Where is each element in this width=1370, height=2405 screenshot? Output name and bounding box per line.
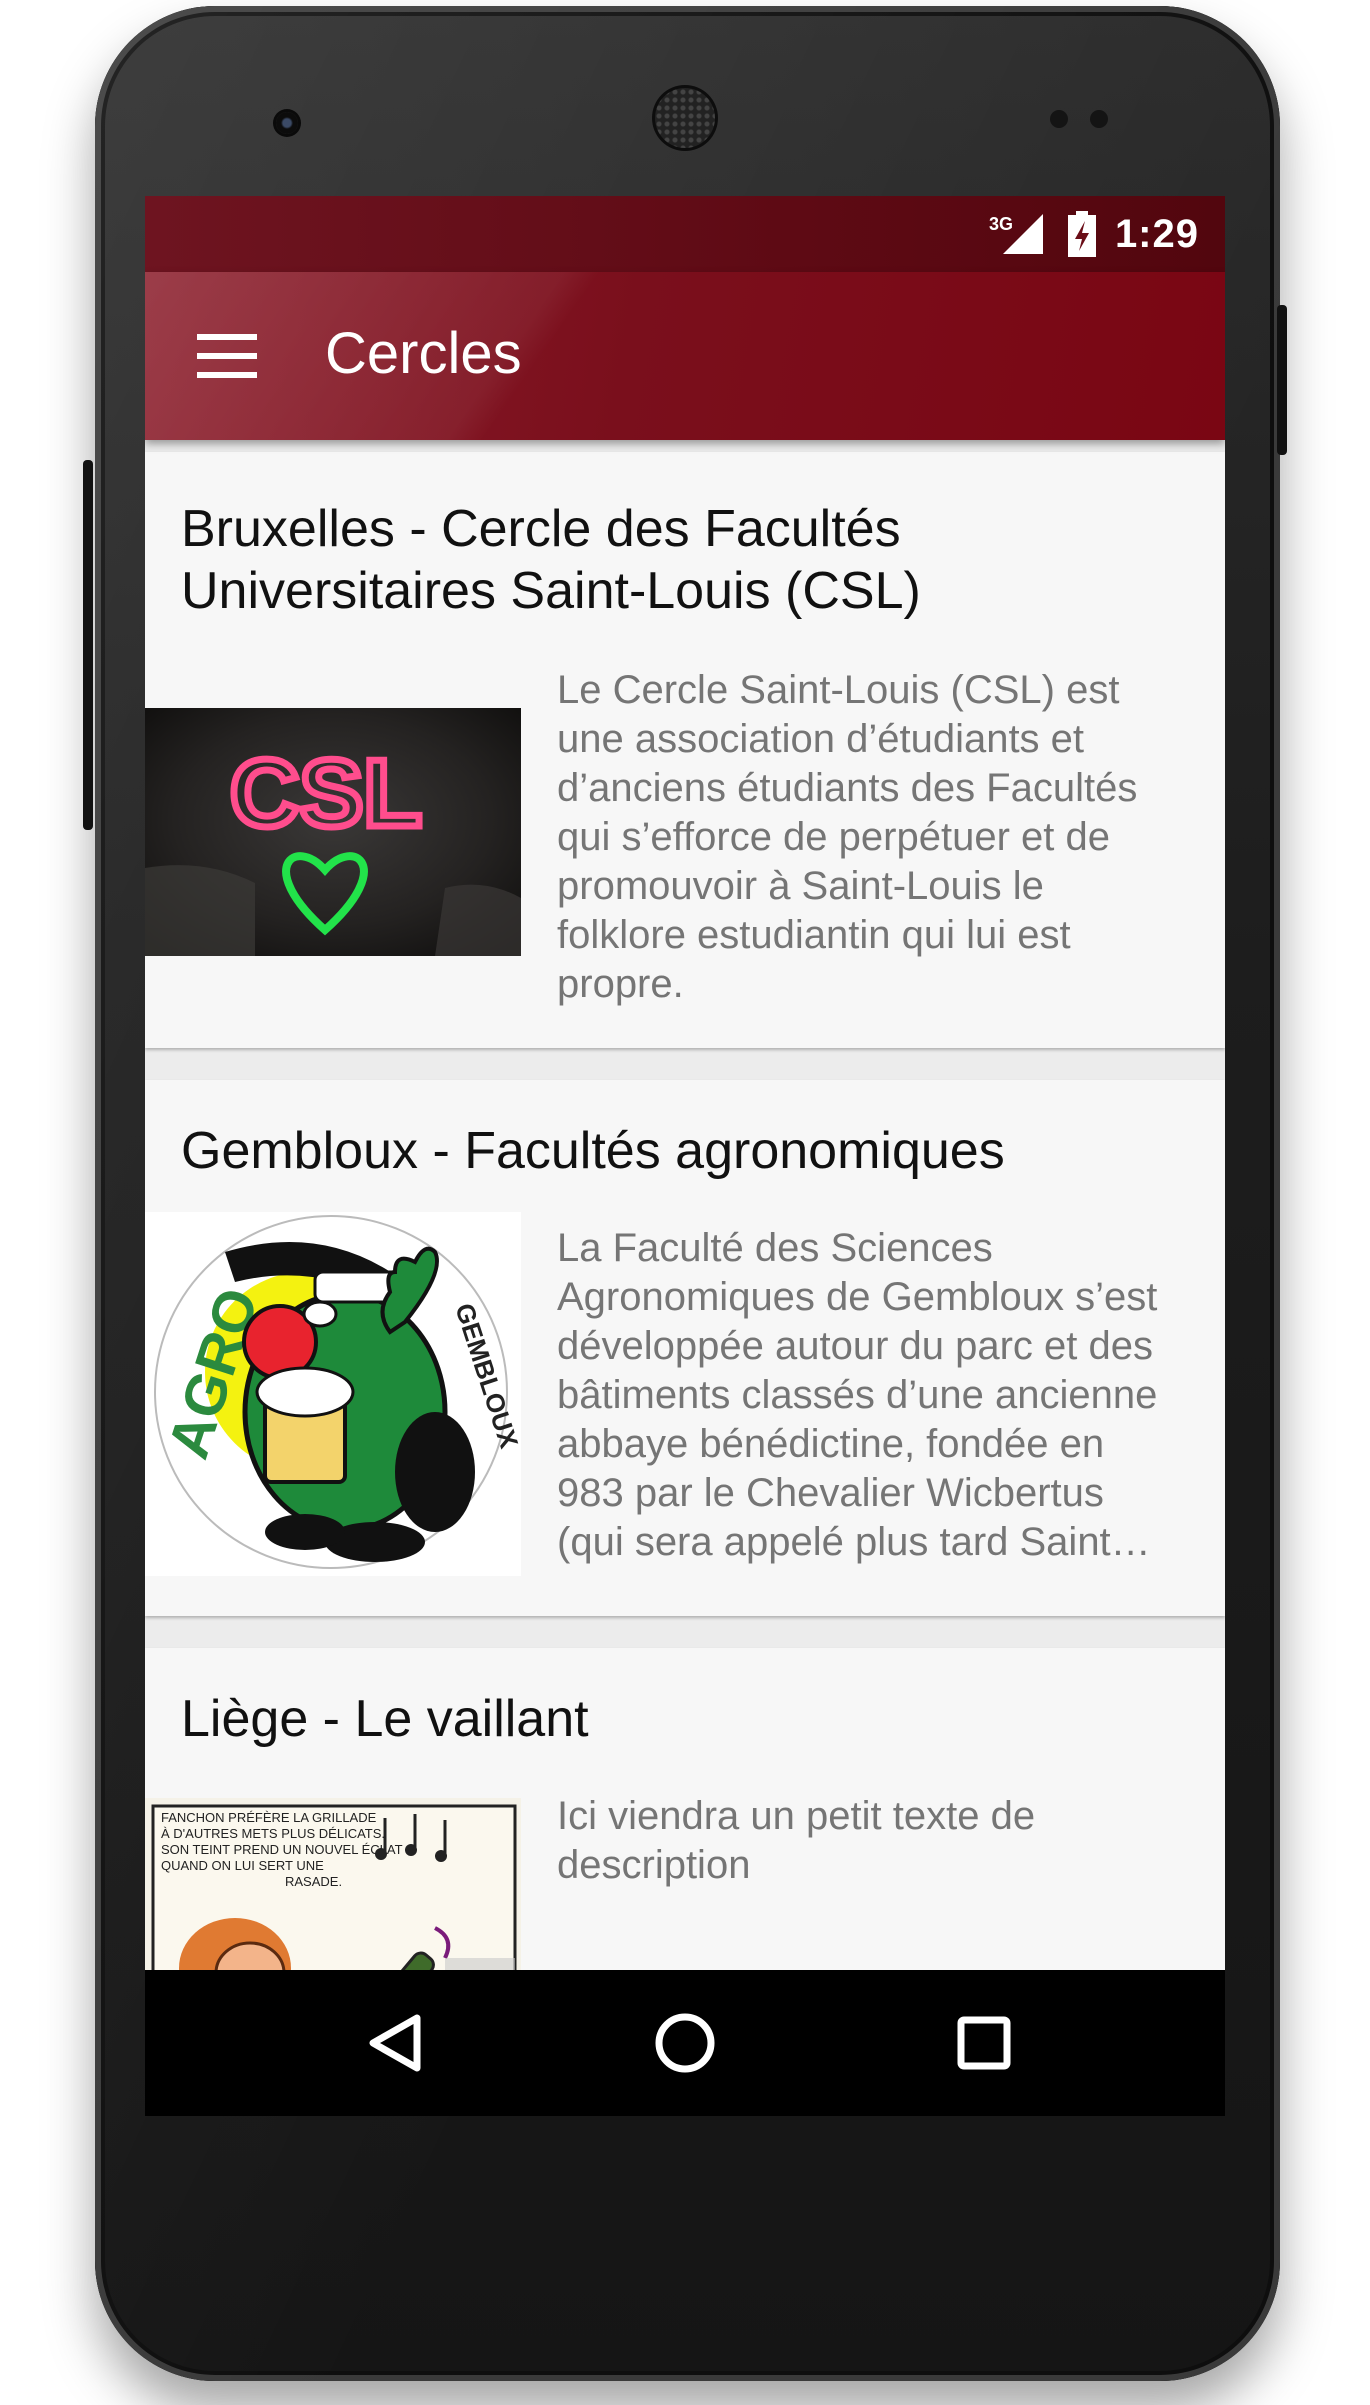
card-title: Liège - Le vaillant — [181, 1690, 589, 1748]
card-description: La Faculté des Sciences Agronomiques de … — [557, 1226, 1158, 1564]
svg-text:3G: 3G — [989, 214, 1013, 234]
home-circle-icon[interactable] — [648, 2006, 722, 2080]
status-clock: 1:29 — [1114, 211, 1199, 256]
recents-square-icon[interactable] — [947, 2006, 1021, 2080]
page-title: Cercles — [325, 321, 522, 386]
vaillant-comic-image: FANCHON PRÉFÈRE LA GRILLADE À D'AUTRES M… — [145, 1798, 521, 1970]
list-item-cercle-bruxelles[interactable]: Bruxelles - Cercle des Facultés Universi… — [145, 452, 1225, 1048]
front-camera — [276, 112, 298, 134]
csl-thumbnail-image: CSL — [145, 708, 521, 956]
signal-3g-icon: 3G — [989, 210, 1049, 258]
navigation-bar — [145, 1970, 1225, 2116]
cercles-list: Bruxelles - Cercle des Facultés Universi… — [145, 440, 1225, 1970]
card-description: Le Cercle Saint-Louis (CSL) est une asso… — [557, 668, 1138, 1006]
volume-button — [83, 460, 93, 830]
svg-text:SON TEINT PREND UN NOUVEL ÉCLA: SON TEINT PREND UN NOUVEL ÉCLAT — [161, 1842, 403, 1857]
app-toolbar: Cercles — [145, 272, 1225, 440]
card-title: Bruxelles - Cercle des Facultés Universi… — [181, 500, 921, 620]
light-sensor — [1090, 110, 1108, 128]
svg-text:À D'AUTRES METS PLUS DÉLICATS.: À D'AUTRES METS PLUS DÉLICATS. — [161, 1826, 385, 1841]
agro-gembloux-logo-image: AGRO GEMBLOUX — [145, 1212, 521, 1576]
battery-charging-icon — [1067, 211, 1097, 257]
card-description: Ici viendra un petit texte de descriptio… — [557, 1794, 1036, 1887]
screen: 3G 1:29 Cercles Bruxelles - Cercle des F… — [145, 196, 1225, 2116]
list-item-cercle-liege[interactable]: Liège - Le vaillant FANCHON PRÉFÈRE LA G… — [145, 1648, 1225, 1970]
svg-text:FANCHON PRÉFÈRE LA GRILLADE: FANCHON PRÉFÈRE LA GRILLADE — [161, 1810, 377, 1825]
back-triangle-icon[interactable] — [359, 2006, 433, 2080]
card-title: Gembloux - Facultés agronomiques — [181, 1122, 1005, 1180]
hamburger-menu-icon[interactable] — [195, 324, 259, 388]
power-button — [1277, 305, 1287, 455]
svg-text:QUAND ON LUI SERT UNE: QUAND ON LUI SERT UNE — [161, 1858, 324, 1873]
status-bar: 3G 1:29 — [145, 196, 1225, 272]
svg-text:RASADE.: RASADE. — [285, 1874, 342, 1889]
svg-text:CSL: CSL — [230, 740, 422, 847]
earpiece-speaker — [655, 88, 715, 148]
list-item-cercle-gembloux[interactable]: Gembloux - Facultés agronomiques AGRO GE… — [145, 1080, 1225, 1616]
proximity-sensor — [1050, 110, 1068, 128]
